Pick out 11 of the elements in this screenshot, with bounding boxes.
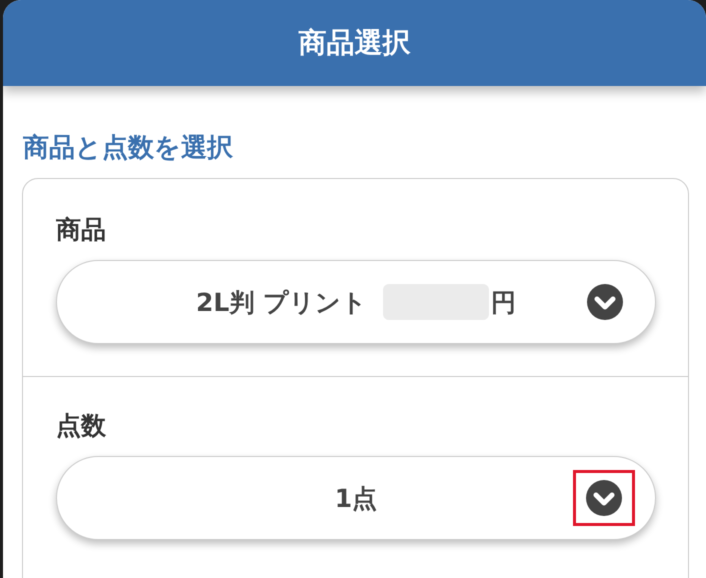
chevron-down-icon[interactable] [585,479,623,517]
section-title: 商品と点数を選択 [23,133,233,163]
select-field[interactable]: 1点 [56,456,656,540]
price-suffix: 円 [491,286,516,318]
field-label: 点数 [56,410,106,442]
select-field[interactable]: 2L判 プリント 円 [56,260,656,344]
select-value: 2L判 プリント [196,286,368,318]
header-title: 商品選択 [298,25,410,61]
select-value: 1点 [334,482,378,514]
field-label: 商品 [56,214,106,246]
chevron-down-icon[interactable] [586,283,624,321]
